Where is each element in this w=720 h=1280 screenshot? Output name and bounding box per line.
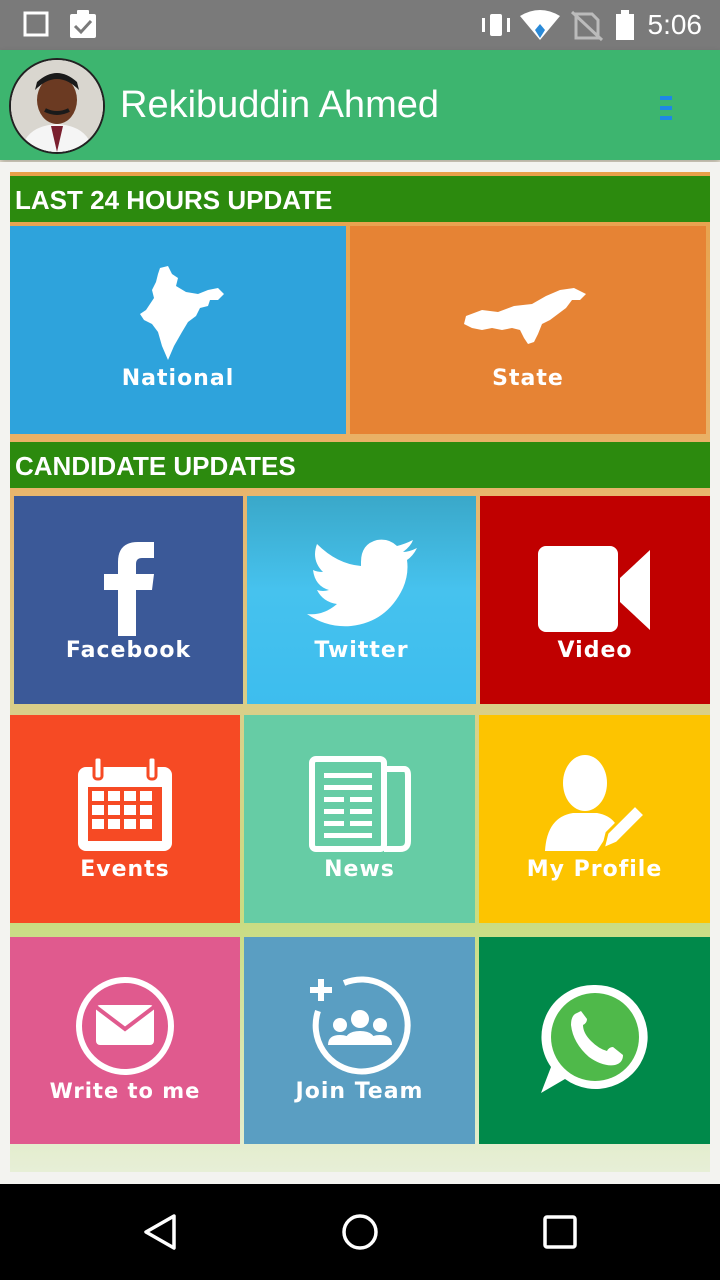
tile-write-to-me-label: Write to me xyxy=(49,1079,201,1103)
tile-twitter[interactable]: Twitter xyxy=(247,496,476,704)
twitter-icon xyxy=(307,539,417,627)
tile-join-team-label: Join Team xyxy=(295,1079,424,1104)
whatsapp-icon xyxy=(541,984,648,1093)
tile-join-team[interactable]: Join Team xyxy=(244,937,475,1144)
india-map-icon xyxy=(140,266,224,360)
menu-icon[interactable] xyxy=(656,94,680,122)
tile-national[interactable]: National xyxy=(10,226,346,434)
battery-icon xyxy=(616,10,634,40)
tile-my-profile[interactable]: My Profile xyxy=(479,715,710,923)
vibrate-icon xyxy=(482,14,510,36)
tile-news-label: News xyxy=(324,857,395,882)
facebook-icon xyxy=(104,542,154,636)
tile-my-profile-label: My Profile xyxy=(526,857,663,882)
navigation-bar xyxy=(0,1184,720,1280)
section-header-last24: LAST 24 HOURS UPDATE xyxy=(10,176,710,222)
user-edit-icon xyxy=(545,755,647,852)
add-group-icon xyxy=(310,976,411,1075)
newspaper-icon xyxy=(309,756,411,852)
tile-video-label: Video xyxy=(557,638,633,663)
recents-icon[interactable] xyxy=(540,1212,580,1252)
status-bar: 5:06 xyxy=(0,0,720,50)
tile-video[interactable]: Video xyxy=(480,496,710,704)
envelope-icon xyxy=(76,977,174,1075)
back-icon[interactable] xyxy=(140,1212,180,1252)
tile-write-to-me[interactable]: Write to me xyxy=(10,937,240,1144)
dashboard-content: LAST 24 HOURS UPDATE National State CAND… xyxy=(0,162,720,1184)
tile-state[interactable]: State xyxy=(350,226,706,434)
tile-twitter-label: Twitter xyxy=(314,638,409,663)
assam-map-icon xyxy=(464,288,586,344)
clipboard-check-icon xyxy=(70,10,96,38)
status-time: 5:06 xyxy=(647,9,703,40)
avatar[interactable] xyxy=(9,58,105,154)
tile-news[interactable]: News xyxy=(244,715,475,923)
status-left-icons xyxy=(23,10,96,38)
tile-facebook[interactable]: Facebook xyxy=(14,496,243,704)
status-right-icons xyxy=(482,10,634,42)
wifi-icon xyxy=(520,10,560,40)
tile-national-label: National xyxy=(121,366,235,391)
section-header-candidate: CANDIDATE UPDATES xyxy=(10,442,710,488)
tile-events[interactable]: Events xyxy=(10,715,240,923)
tile-events-label: Events xyxy=(80,857,170,882)
home-icon[interactable] xyxy=(340,1212,380,1252)
calendar-icon xyxy=(78,755,172,851)
app-bar: Rekibuddin Ahmed xyxy=(0,50,720,160)
tile-facebook-label: Facebook xyxy=(65,638,192,663)
avatar-portrait xyxy=(11,60,103,152)
video-camera-icon xyxy=(538,546,650,632)
no-sim-icon xyxy=(570,10,604,42)
tile-state-label: State xyxy=(492,366,564,391)
square-icon xyxy=(23,11,49,37)
tile-whatsapp[interactable] xyxy=(479,937,710,1144)
app-title: Rekibuddin Ahmed xyxy=(120,84,439,126)
